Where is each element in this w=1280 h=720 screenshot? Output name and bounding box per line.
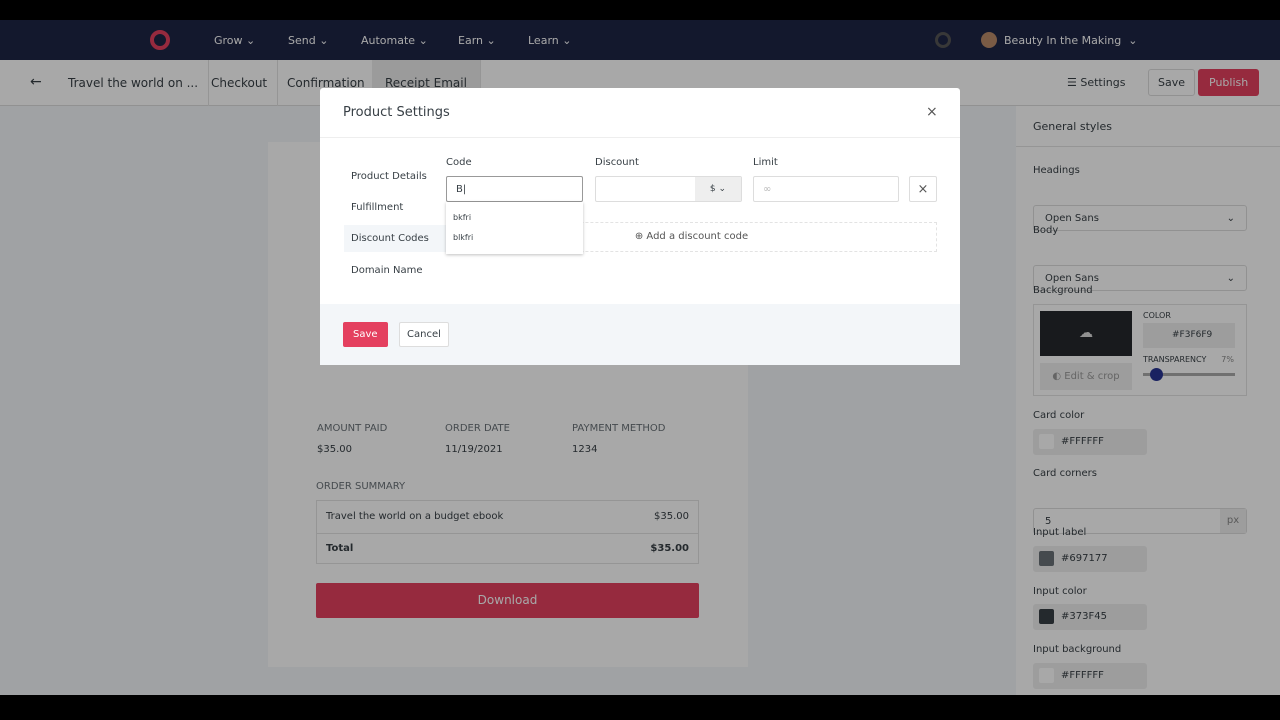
app: Grow ⌄ Send ⌄ Automate ⌄ Earn ⌄ Learn ⌄ … xyxy=(0,20,1280,695)
modal-nav-fulfillment[interactable]: Fulfillment xyxy=(344,194,452,221)
limit-label: Limit xyxy=(753,157,778,168)
currency-select[interactable]: $ ⌄ xyxy=(695,177,741,201)
modal-footer: Save Cancel xyxy=(320,304,960,365)
modal-cancel-button[interactable]: Cancel xyxy=(399,322,449,347)
suggestion-item[interactable]: bkfri xyxy=(446,202,583,222)
modal-nav-domain-name[interactable]: Domain Name xyxy=(344,257,452,284)
remove-code-button[interactable]: × xyxy=(909,176,937,202)
product-settings-modal: Product Settings × Product Details Fulfi… xyxy=(320,88,960,365)
modal-nav-discount-codes[interactable]: Discount Codes xyxy=(344,225,452,252)
modal-nav-product-details[interactable]: Product Details xyxy=(344,163,452,190)
modal-title: Product Settings xyxy=(343,105,450,120)
code-input[interactable]: B| xyxy=(446,176,583,202)
divider xyxy=(320,137,960,138)
limit-input[interactable]: ∞ xyxy=(753,176,899,202)
modal-save-button[interactable]: Save xyxy=(343,322,388,347)
discount-input[interactable]: $ ⌄ xyxy=(595,176,742,202)
code-suggestions: bkfri blkfri xyxy=(446,202,583,254)
suggestion-item[interactable]: blkfri xyxy=(446,222,583,242)
code-label: Code xyxy=(446,157,472,168)
close-icon[interactable]: × xyxy=(926,104,938,120)
discount-label: Discount xyxy=(595,157,639,168)
